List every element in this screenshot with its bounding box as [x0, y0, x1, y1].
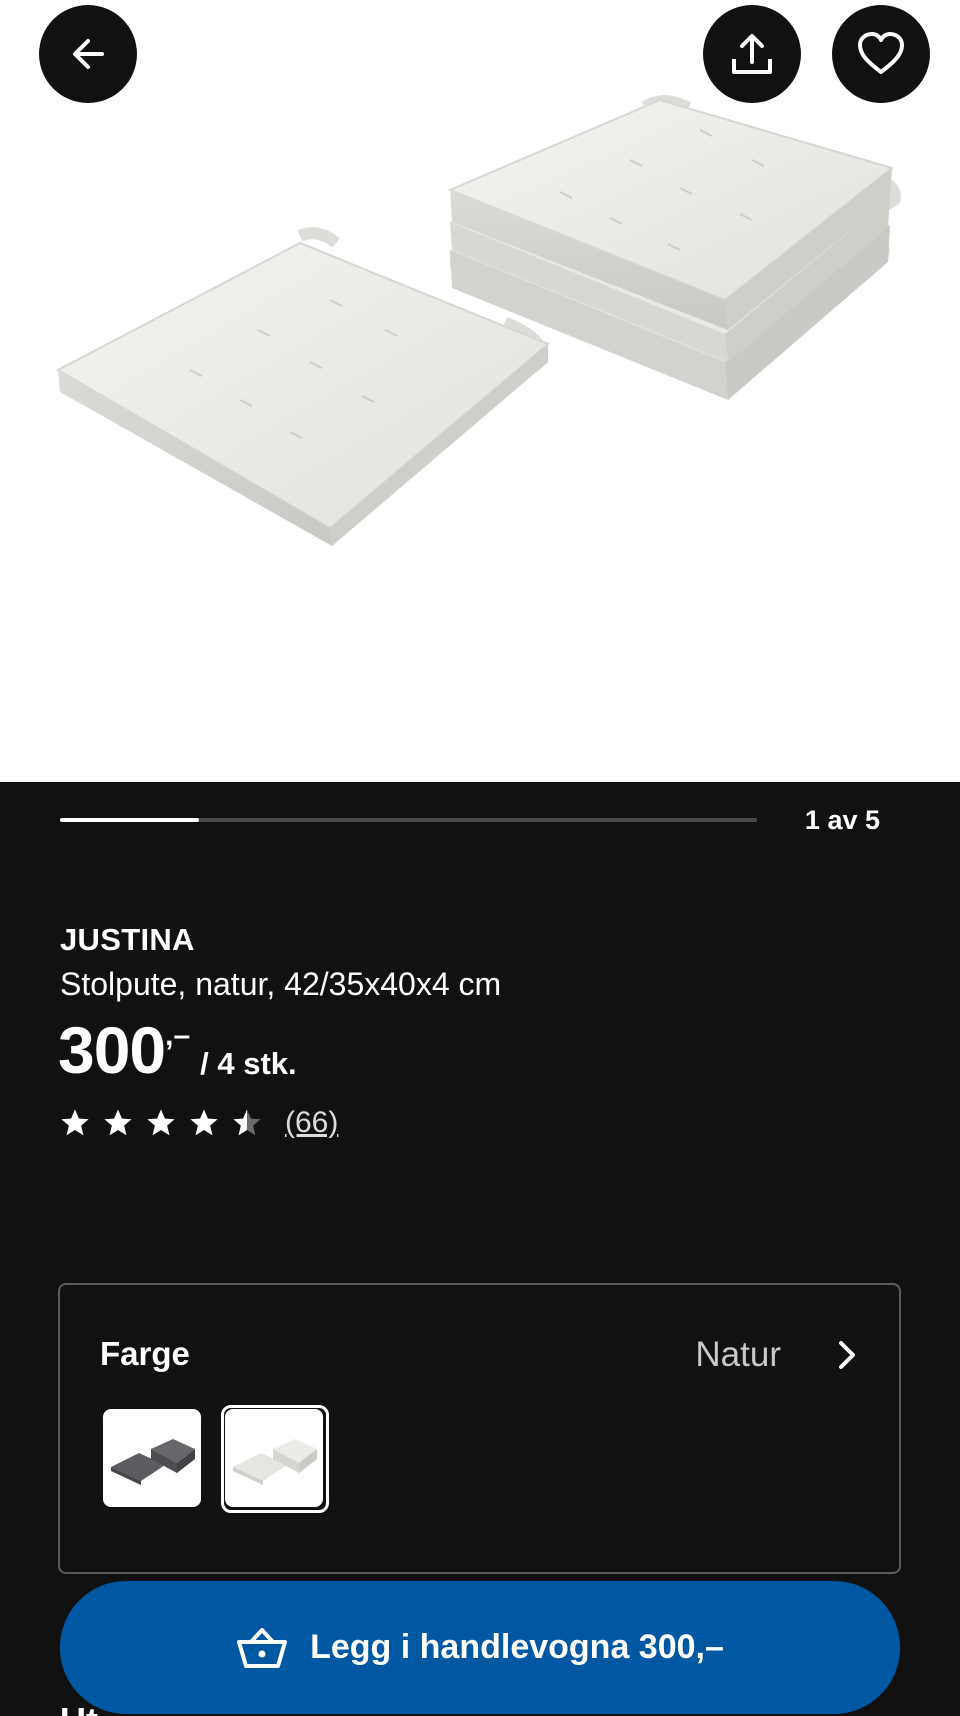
star-full-icon [61, 1109, 89, 1136]
share-button[interactable] [703, 5, 801, 103]
gallery-page-counter: 1 av 5 [804, 805, 880, 835]
product-name: JUSTINA [60, 922, 195, 957]
arrow-left-icon [73, 39, 104, 69]
star-full-icon [147, 1109, 175, 1136]
natur-cushion-thumbnail [233, 1439, 317, 1485]
star-half-icon [233, 1109, 261, 1136]
color-selected-value: Natur [695, 1335, 781, 1374]
color-swatch-grey[interactable] [103, 1409, 201, 1507]
add-to-cart-button[interactable]: Legg i handlevogna 300,– [60, 1581, 900, 1714]
color-swatch-natur[interactable] [225, 1409, 323, 1507]
product-price: 300 ,– / 4 stk. [58, 1014, 297, 1086]
rating-stars [60, 1108, 275, 1138]
heart-icon [858, 32, 904, 74]
share-upload-icon [732, 34, 772, 74]
review-count-link[interactable]: (66) [285, 1106, 338, 1140]
star-full-icon [190, 1109, 218, 1136]
price-decimals: ,– [165, 1019, 191, 1052]
back-button[interactable] [39, 5, 137, 103]
chevron-right-icon[interactable] [831, 1335, 863, 1375]
star-full-icon [104, 1109, 132, 1136]
price-integer: 300 [58, 1013, 166, 1087]
product-image-gallery[interactable] [0, 0, 960, 782]
favourite-button[interactable] [832, 5, 930, 103]
product-description: Stolpute, natur, 42/35x40x4 cm [60, 966, 502, 1002]
basket-icon [237, 1627, 288, 1668]
gallery-progress-fill [60, 818, 200, 822]
price-unit: / 4 stk. [200, 1046, 297, 1081]
grey-cushion-thumbnail [111, 1439, 195, 1485]
color-label: Farge [100, 1335, 190, 1372]
gallery-progress-bar [60, 818, 757, 822]
add-to-cart-label: Legg i handlevogna 300,– [310, 1628, 724, 1666]
color-selector[interactable]: Farge Natur [58, 1283, 901, 1574]
product-rating[interactable]: (66) [60, 1106, 338, 1140]
product-photo [55, 95, 901, 546]
